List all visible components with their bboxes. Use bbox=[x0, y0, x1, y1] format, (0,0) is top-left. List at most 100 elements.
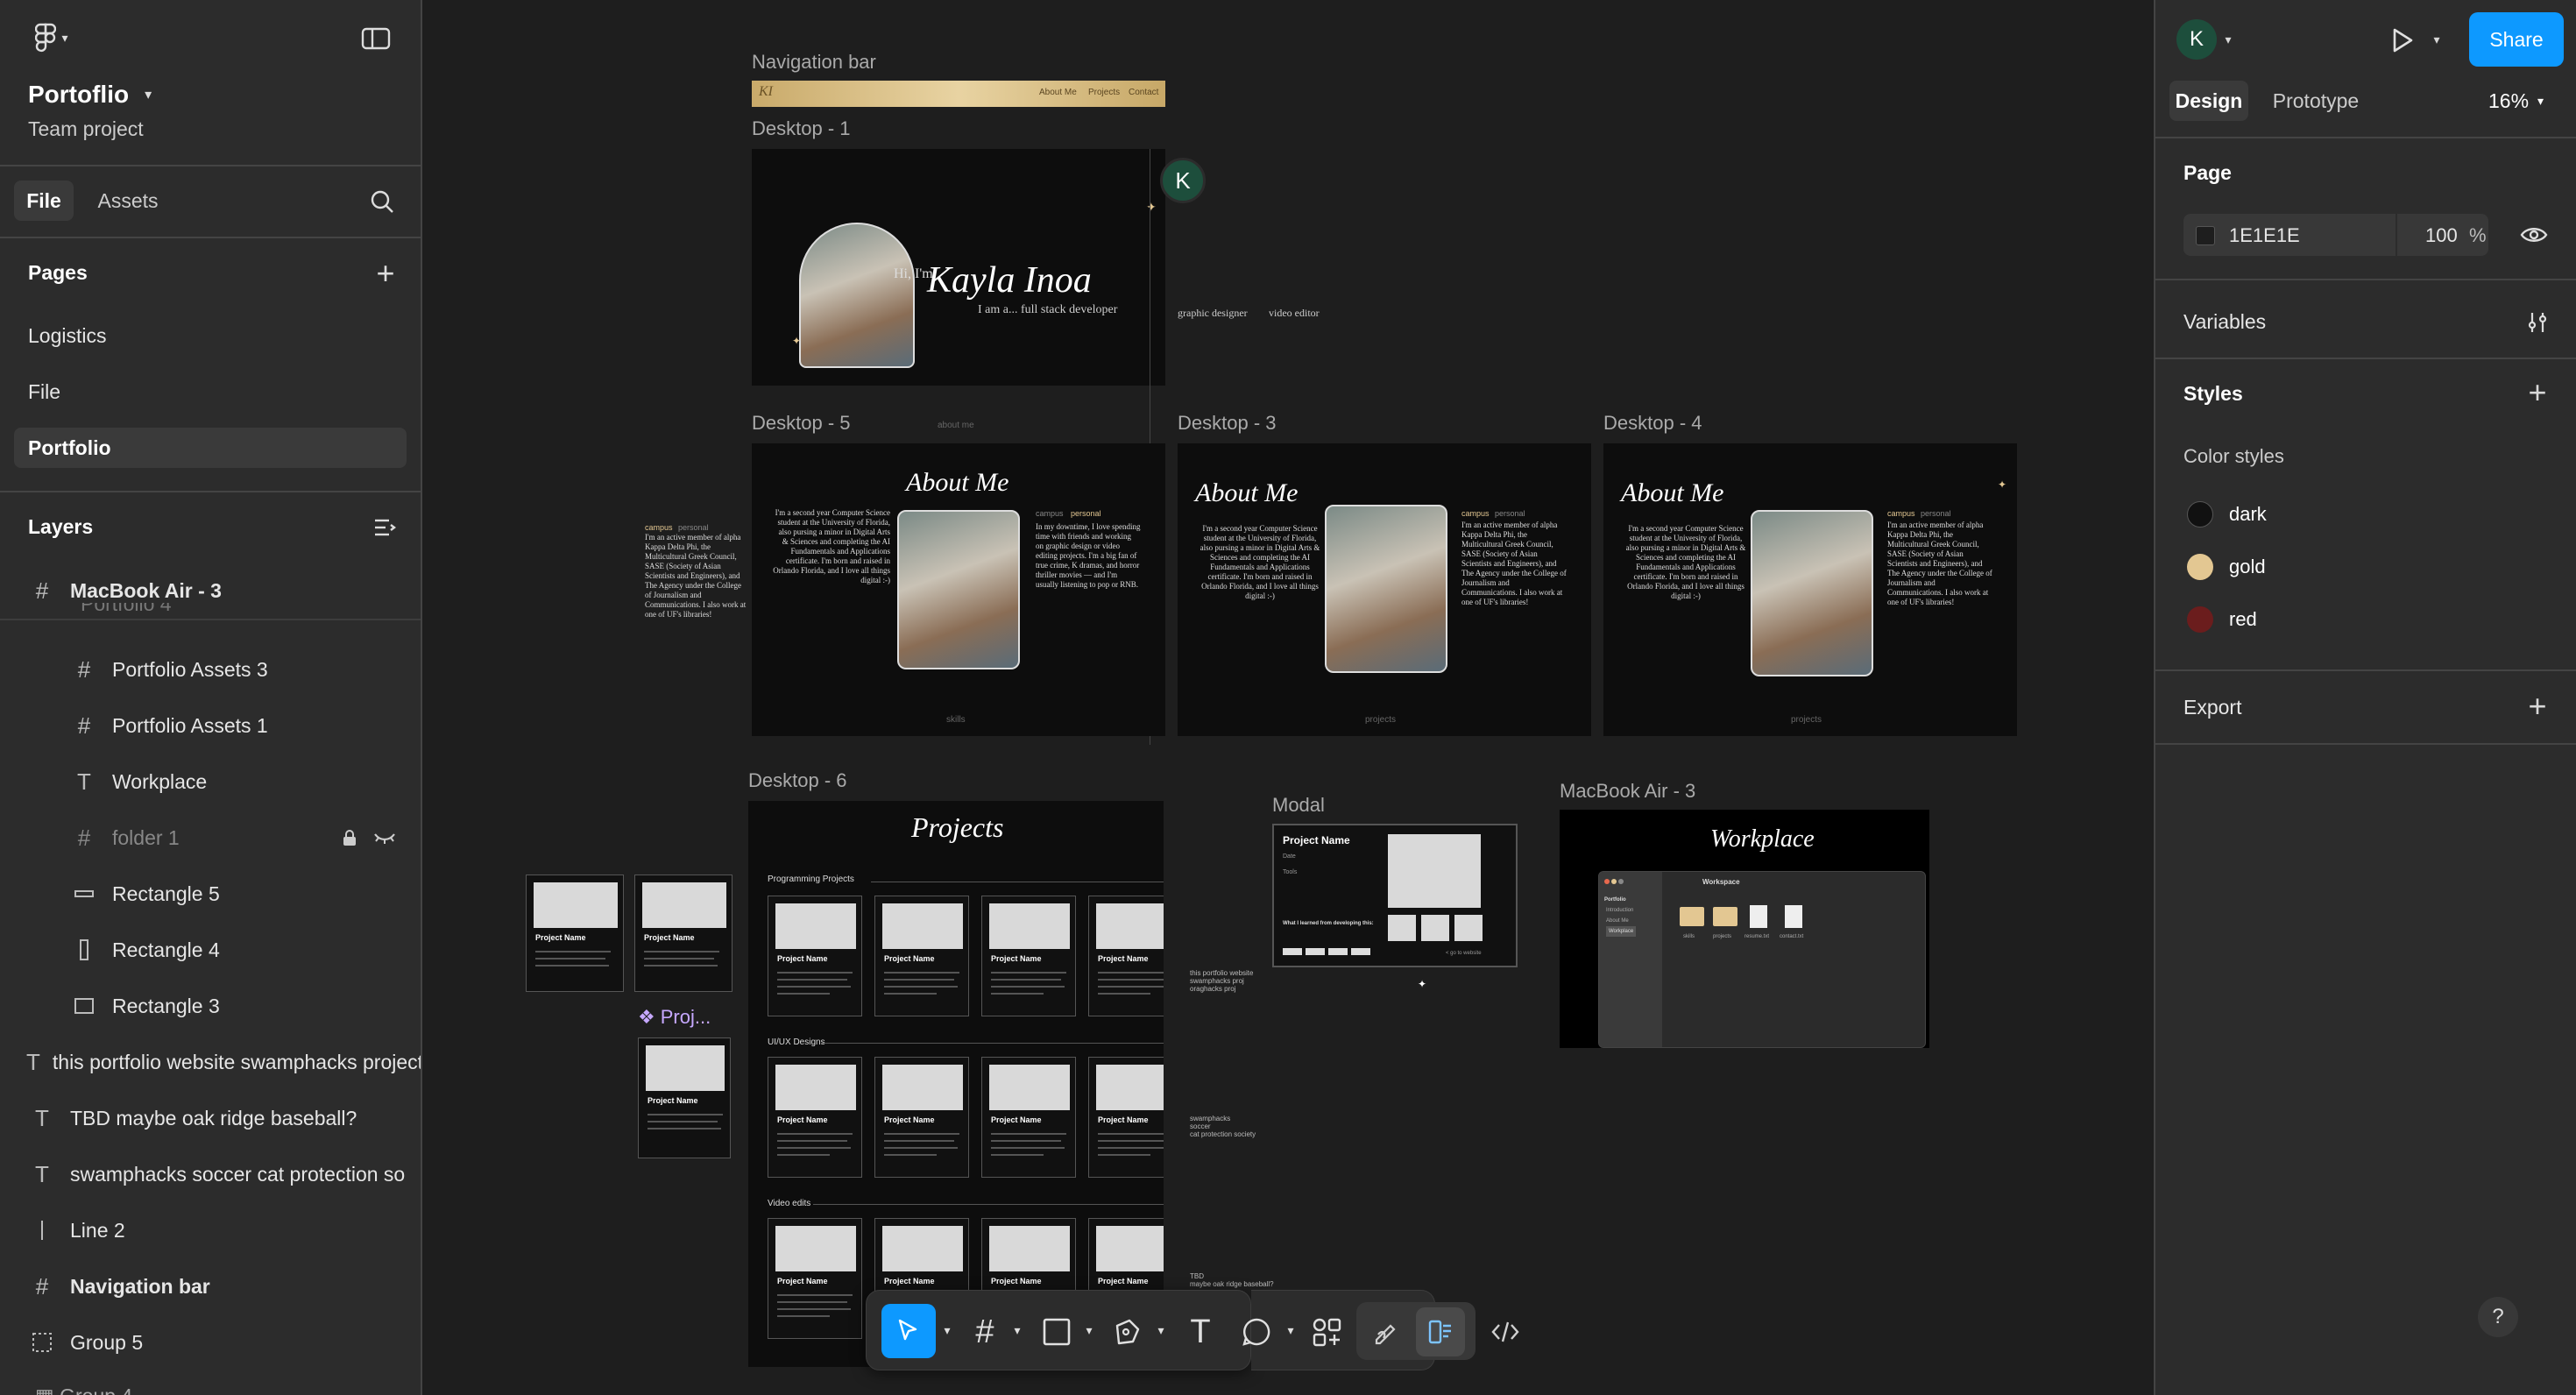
page-opacity-value[interactable]: 100 bbox=[2425, 224, 2458, 247]
component-label[interactable]: ❖ Proj... bbox=[638, 1006, 711, 1029]
frame-label-desktop-3[interactable]: Desktop - 3 bbox=[1178, 412, 1277, 435]
search-button[interactable] bbox=[364, 184, 400, 219]
tab-assets[interactable]: Assets bbox=[84, 181, 172, 221]
figma-menu-button[interactable]: ▾ bbox=[25, 19, 79, 56]
chevron-down-icon[interactable]: ▾ bbox=[1009, 1321, 1025, 1339]
page-item-portfolio-label: Portfolio bbox=[28, 436, 111, 459]
layer-item[interactable]: Rectangle 3 bbox=[0, 980, 421, 1032]
text-tool-button[interactable]: T bbox=[1176, 1307, 1225, 1356]
frame-icon: # bbox=[77, 655, 91, 683]
layer-item[interactable]: Group 5 bbox=[0, 1316, 421, 1369]
share-button[interactable]: Share bbox=[2469, 12, 2564, 67]
frame-label-desktop-5[interactable]: Desktop - 5 bbox=[752, 412, 851, 435]
page-color-hex[interactable]: 1E1E1E bbox=[2229, 224, 2300, 247]
layer-current-frame[interactable]: # MacBook Air - 3 bbox=[0, 564, 421, 617]
file-name[interactable]: Portoflio ▾ bbox=[28, 79, 152, 110]
frame-modal[interactable]: Project Name Date Tools What I learned f… bbox=[1272, 824, 1518, 967]
component-project-card[interactable]: Project Name bbox=[638, 1037, 731, 1158]
shape-tool-button[interactable] bbox=[1032, 1307, 1081, 1356]
frame-desktop-6[interactable]: Projects Programming Projects UI/UX Desi… bbox=[748, 801, 1164, 1367]
tab-prototype[interactable]: Prototype bbox=[2259, 81, 2373, 121]
chevron-down-icon[interactable]: ▾ bbox=[1283, 1321, 1299, 1339]
loose-project-card[interactable]: Project Name bbox=[634, 875, 732, 992]
add-style-button[interactable]: + bbox=[2522, 377, 2553, 408]
pen-tool-button[interactable] bbox=[1102, 1307, 1151, 1356]
layer-item[interactable]: Rectangle 5 bbox=[0, 867, 421, 920]
export-heading[interactable]: Export bbox=[2183, 696, 2241, 719]
hidden-eye-icon[interactable] bbox=[372, 827, 398, 848]
frame-label-nav[interactable]: Navigation bar bbox=[752, 51, 876, 74]
frame-desktop-3[interactable]: About Me I'm a second year Computer Scie… bbox=[1178, 443, 1591, 736]
frame-label-desktop-1[interactable]: Desktop - 1 bbox=[752, 117, 851, 140]
add-export-button[interactable]: + bbox=[2522, 690, 2553, 722]
frame-tool-button[interactable]: # bbox=[960, 1307, 1009, 1356]
frame-label-desktop-6[interactable]: Desktop - 6 bbox=[748, 769, 847, 792]
canvas[interactable]: Navigation bar KI About Me Projects Cont… bbox=[422, 0, 2154, 1395]
share-button-label: Share bbox=[2489, 27, 2544, 51]
code-mode-button[interactable] bbox=[1481, 1307, 1530, 1356]
frame-label-macbook[interactable]: MacBook Air - 3 bbox=[1560, 780, 1695, 803]
frame-desktop-1[interactable]: Hi, I'm Kayla Inoa I am a... full stack … bbox=[752, 149, 1165, 386]
frame-label-modal[interactable]: Modal bbox=[1272, 794, 1325, 817]
chevron-down-icon[interactable]: ▾ bbox=[2429, 30, 2445, 49]
comment-tool-button[interactable] bbox=[1232, 1307, 1281, 1356]
layer-item-label: Rectangle 5 bbox=[112, 882, 220, 905]
frame-macbook-air-3[interactable]: Workplace Portfolio Introduction About M… bbox=[1560, 810, 1929, 1048]
add-page-button[interactable]: + bbox=[368, 256, 403, 291]
rectangle-tool-icon bbox=[1043, 1318, 1071, 1346]
move-tool-button[interactable] bbox=[881, 1304, 936, 1358]
about-tab-campus: campus bbox=[1887, 509, 1915, 518]
frame-label-desktop-4[interactable]: Desktop - 4 bbox=[1603, 412, 1702, 435]
layers-collapse-button[interactable] bbox=[368, 512, 403, 543]
layer-item[interactable]: # Portfolio Assets 1 bbox=[0, 699, 421, 752]
chevron-down-icon[interactable]: ▾ bbox=[1153, 1321, 1169, 1339]
help-button[interactable]: ? bbox=[2478, 1297, 2518, 1337]
layer-item[interactable]: T this portfolio website swamphacks proj… bbox=[0, 1036, 421, 1088]
nav-logo: KI bbox=[759, 84, 773, 99]
chevron-down-icon[interactable]: ▾ bbox=[939, 1321, 955, 1339]
loose-project-card[interactable]: Project Name bbox=[526, 875, 624, 992]
color-styles-label: Color styles bbox=[2183, 445, 2284, 467]
user-avatar[interactable]: K bbox=[2176, 19, 2217, 60]
text-icon: T bbox=[35, 1160, 49, 1187]
projects-link: projects bbox=[1791, 715, 1822, 725]
chevron-down-icon: ▾ bbox=[2537, 93, 2544, 108]
tab-file[interactable]: File bbox=[14, 181, 74, 221]
chevron-down-icon[interactable]: ▾ bbox=[1081, 1321, 1097, 1339]
design-mode-button[interactable] bbox=[1416, 1307, 1465, 1356]
project-card-title: Project Name bbox=[1098, 954, 1149, 963]
variables-heading[interactable]: Variables bbox=[2183, 310, 2266, 334]
workplace-sidebar-item: Introduction bbox=[1606, 908, 1634, 913]
layer-item[interactable]: Rectangle 4 bbox=[0, 924, 421, 976]
actions-button[interactable] bbox=[1302, 1307, 1351, 1356]
present-button[interactable] bbox=[2383, 21, 2422, 60]
layer-item[interactable]: # folder 1 bbox=[0, 811, 421, 864]
visibility-toggle[interactable] bbox=[2516, 219, 2551, 251]
page-color-swatch[interactable] bbox=[2196, 226, 2215, 245]
frame-navigation-bar[interactable]: KI About Me Projects Contact bbox=[752, 81, 1165, 107]
projects-section: UI/UX Designs bbox=[768, 1037, 825, 1047]
frame-desktop-4[interactable]: About Me I'm a second year Computer Scie… bbox=[1603, 443, 2017, 736]
layer-item[interactable]: # Navigation bar bbox=[0, 1260, 421, 1313]
layer-item[interactable]: # Portfolio Assets 3 bbox=[0, 643, 421, 696]
page-item-logistics[interactable]: Logistics bbox=[28, 324, 106, 348]
collaborator-avatar[interactable]: K bbox=[1160, 158, 1206, 203]
layer-item[interactable]: T TBD maybe oak ridge baseball? bbox=[0, 1092, 421, 1144]
layer-item[interactable]: T Workplace bbox=[0, 755, 421, 808]
layer-item[interactable]: Line 2 bbox=[0, 1204, 421, 1257]
nav-link: About Me bbox=[1039, 88, 1077, 97]
page-item-file[interactable]: File bbox=[28, 380, 60, 404]
variables-button[interactable] bbox=[2522, 307, 2553, 338]
list-collapse-icon bbox=[375, 519, 396, 536]
lock-icon[interactable] bbox=[340, 827, 359, 848]
layer-item[interactable]: T swamphacks soccer cat protection so bbox=[0, 1148, 421, 1200]
draw-mode-button[interactable] bbox=[1362, 1307, 1411, 1356]
project-subtitle[interactable]: Team project bbox=[28, 117, 144, 141]
chevron-down-icon[interactable]: ▾ bbox=[2220, 30, 2236, 49]
zoom-dropdown[interactable]: 16% ▾ bbox=[2488, 88, 2544, 114]
figma-app: ▾ Portoflio ▾ Team project File Assets P… bbox=[0, 0, 2576, 1395]
frame-desktop-5[interactable]: About Me I'm a second year Computer Scie… bbox=[752, 443, 1165, 736]
projects-section: Video edits bbox=[768, 1199, 811, 1208]
toggle-sidebar-button[interactable] bbox=[357, 23, 394, 54]
tab-design[interactable]: Design bbox=[2169, 81, 2248, 121]
